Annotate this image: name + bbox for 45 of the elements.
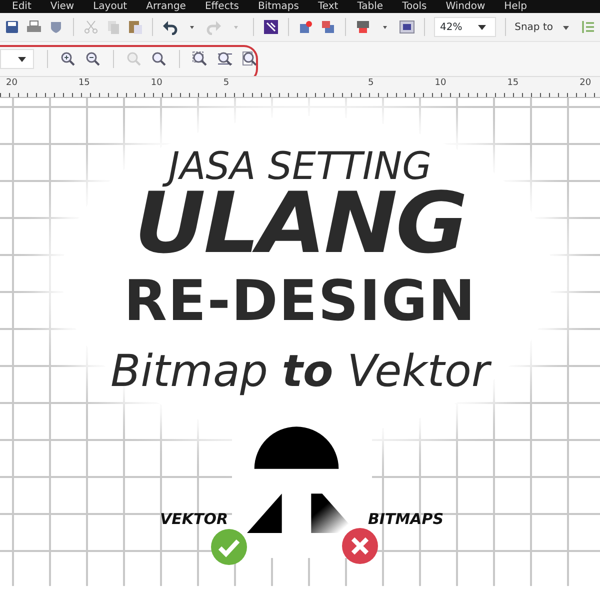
menu-item[interactable]: Edit	[12, 0, 32, 12]
launcher-icon[interactable]	[263, 19, 279, 35]
zoom-level: 42%	[440, 20, 462, 34]
bitmaps-label: BITMAPS	[368, 509, 444, 530]
ruler-label: 20	[580, 77, 592, 89]
zoom-icon[interactable]	[151, 51, 167, 67]
cross-icon	[342, 528, 378, 564]
menu-item[interactable]: Effects	[204, 0, 239, 12]
import-icon[interactable]	[320, 19, 336, 35]
ruler-label: 5	[368, 77, 374, 89]
zoom-field[interactable]	[0, 49, 34, 69]
zoom-dropdown[interactable]: 42%	[434, 17, 496, 37]
check-icon	[211, 529, 247, 565]
menu-item[interactable]: Arrange	[146, 0, 186, 12]
ruler-label: 15	[78, 77, 90, 89]
menu-item[interactable]: Bitmaps	[258, 0, 299, 12]
ruler-label: 10	[434, 77, 446, 89]
menu-item[interactable]: Table	[357, 0, 384, 12]
snap-to-menu[interactable]: Snap to	[514, 20, 553, 34]
undo-icon[interactable]	[162, 19, 178, 35]
ruler-label: 10	[150, 77, 162, 89]
menu-item[interactable]: Window	[446, 0, 486, 12]
menu-item[interactable]: View	[50, 0, 74, 12]
zoom-out-icon[interactable]	[85, 51, 101, 67]
zoom-fit-icon[interactable]	[217, 51, 233, 67]
shield-icon[interactable]	[48, 19, 64, 35]
ruler-label: 15	[507, 77, 519, 89]
zoom-selected-icon[interactable]	[192, 51, 208, 67]
zoom-in-icon[interactable]	[60, 51, 76, 67]
clipboard-icon[interactable]	[127, 19, 143, 35]
menu-item[interactable]: Tools	[402, 0, 427, 12]
vektor-label: VEKTOR	[160, 509, 228, 530]
print-icon[interactable]	[26, 19, 42, 35]
menu-item[interactable]: Text	[318, 0, 338, 12]
menu-item[interactable]: Layout	[93, 0, 128, 12]
export-icon[interactable]	[355, 19, 371, 35]
headline: Bitmap to Vektor	[0, 346, 600, 399]
zoom-page-icon[interactable]	[242, 51, 258, 67]
menu-item[interactable]: Help	[504, 0, 527, 12]
ruler-label: 20	[6, 77, 18, 89]
save-icon[interactable]	[4, 19, 20, 35]
import-icon[interactable]	[298, 19, 314, 35]
ruler-label: 5	[223, 77, 230, 89]
headline: RE-DESIGN	[122, 268, 478, 336]
image-icon[interactable]	[399, 19, 415, 35]
